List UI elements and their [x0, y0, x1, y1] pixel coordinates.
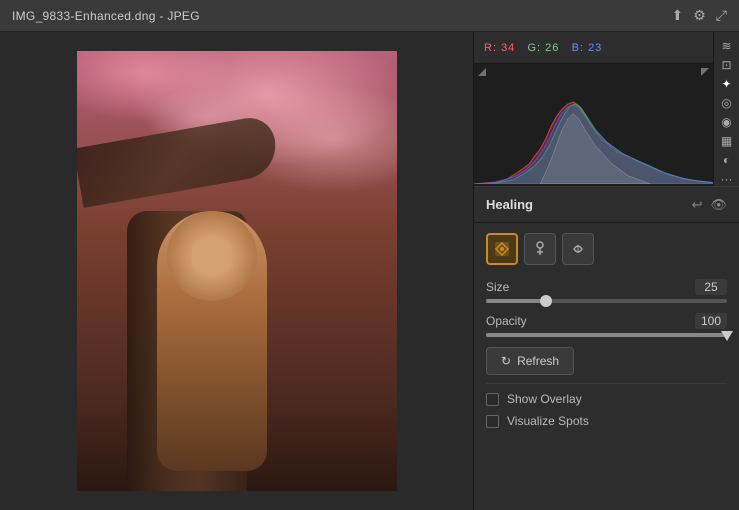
g-value: 26 — [545, 42, 559, 54]
main-layout: R: 34 G: 26 B: 23 — [0, 32, 739, 510]
visibility-icon[interactable]: 👁 — [710, 197, 727, 213]
heal-brush-button[interactable] — [486, 233, 518, 265]
show-overlay-label: Show Overlay — [507, 392, 582, 406]
refresh-button[interactable]: ↻ Refresh — [486, 347, 574, 375]
tool-eye[interactable]: ◉ — [716, 114, 738, 129]
visualize-spots-label: Visualize Spots — [507, 414, 589, 428]
title-bar: IMG_9833-Enhanced.dng - JPEG ⬆ ⚙ ⤢ — [0, 0, 739, 32]
settings-icon[interactable]: ⚙ — [693, 7, 706, 24]
export-icon[interactable]: ⬆ — [672, 7, 684, 24]
histogram-area: R: 34 G: 26 B: 23 — [474, 32, 739, 187]
healing-tool-buttons — [486, 233, 727, 265]
tools-sidebar: ≋ ⊡ ✦ ◎ ◉ ▦ ◐ ··· — [713, 32, 739, 186]
opacity-slider-row: Opacity 100 — [486, 313, 727, 337]
healing-title: Healing — [486, 197, 533, 212]
separator: - — [156, 9, 168, 23]
tool-healing[interactable]: ✦ — [716, 76, 738, 91]
image-panel — [0, 32, 473, 510]
patch-button[interactable] — [562, 233, 594, 265]
tool-filter[interactable]: ◎ — [716, 95, 738, 110]
opacity-slider-track[interactable] — [486, 333, 727, 337]
healing-panel-content: Size 25 Opacity 100 — [474, 223, 739, 446]
opacity-value: 100 — [695, 313, 727, 329]
undo-icon[interactable]: ↩ — [692, 197, 703, 213]
divider — [486, 383, 727, 384]
size-slider-row: Size 25 — [486, 279, 727, 303]
b-label: B: — [572, 42, 584, 54]
histogram-header: R: 34 G: 26 B: 23 — [474, 32, 739, 64]
filename: IMG_9833-Enhanced.dng — [12, 9, 156, 23]
size-slider-fill — [486, 299, 546, 303]
opacity-label-row: Opacity 100 — [486, 313, 727, 329]
refresh-icon: ↻ — [501, 354, 511, 368]
show-overlay-row[interactable]: Show Overlay — [486, 392, 727, 406]
tool-more[interactable]: ··· — [716, 171, 738, 186]
r-label: R: — [484, 42, 497, 54]
size-value: 25 — [695, 279, 727, 295]
r-value: 34 — [501, 42, 515, 54]
tool-layers[interactable]: ▦ — [716, 133, 738, 148]
size-label: Size — [486, 280, 509, 294]
clone-stamp-button[interactable] — [524, 233, 556, 265]
opacity-slider-thumb[interactable] — [721, 331, 733, 341]
histogram-svg — [474, 64, 739, 184]
panel-header-icons: ↩ 👁 — [692, 197, 727, 213]
healing-panel: Healing ↩ 👁 — [474, 187, 739, 510]
histogram-graph — [474, 64, 739, 184]
size-label-row: Size 25 — [486, 279, 727, 295]
show-overlay-checkbox[interactable] — [486, 393, 499, 406]
title-bar-actions: ⬆ ⚙ ⤢ — [672, 7, 728, 24]
tool-tune[interactable]: ≋ — [716, 38, 738, 53]
photo-canvas[interactable] — [77, 51, 397, 491]
b-value: 23 — [588, 42, 602, 54]
size-slider-track[interactable] — [486, 299, 727, 303]
tool-crop[interactable]: ⊡ — [716, 57, 738, 72]
g-label: G: — [527, 42, 541, 54]
opacity-label: Opacity — [486, 314, 527, 328]
person-figure — [157, 211, 267, 471]
rgb-values: R: 34 G: 26 B: 23 — [484, 42, 602, 54]
window-title: IMG_9833-Enhanced.dng - JPEG — [12, 9, 200, 23]
refresh-label: Refresh — [517, 354, 559, 368]
tool-circle[interactable]: ◐ — [716, 152, 738, 167]
file-format: JPEG — [167, 9, 200, 23]
visualize-spots-checkbox[interactable] — [486, 415, 499, 428]
size-slider-thumb[interactable] — [540, 295, 552, 307]
visualize-spots-row[interactable]: Visualize Spots — [486, 414, 727, 428]
right-panel: R: 34 G: 26 B: 23 — [473, 32, 739, 510]
healing-panel-header: Healing ↩ 👁 — [474, 187, 739, 223]
opacity-slider-fill — [486, 333, 727, 337]
expand-icon[interactable]: ⤢ — [716, 7, 727, 24]
